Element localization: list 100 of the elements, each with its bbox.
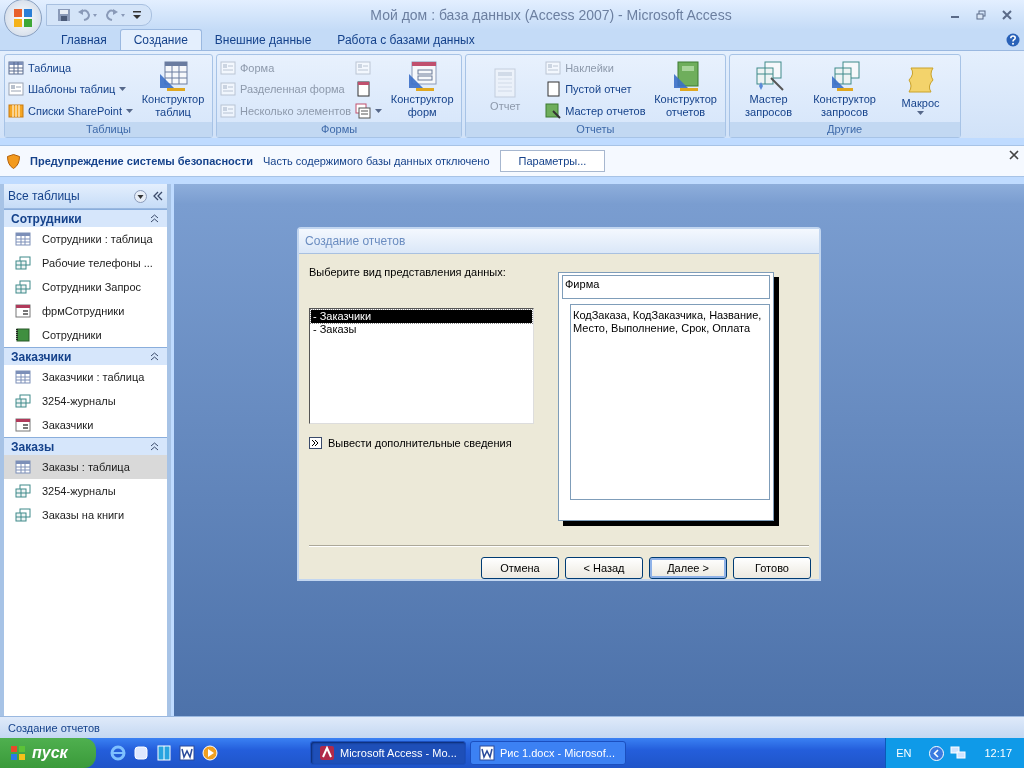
query-icon (15, 256, 31, 270)
navigation-item[interactable]: 3254-журналы (4, 479, 167, 503)
ribbon-button[interactable]: Конструктор форм (386, 60, 459, 119)
query-icon (15, 484, 31, 498)
ribbon-icon-button[interactable] (355, 101, 383, 122)
close-icon[interactable] (1009, 150, 1019, 160)
table-icon (15, 370, 31, 384)
dialog-button[interactable]: Далее > (649, 557, 727, 579)
office-button[interactable] (4, 0, 42, 37)
collapse-up-icon (150, 442, 159, 451)
navigation-item[interactable]: Заказы : таблица (4, 455, 167, 479)
navigation-group-header[interactable]: Сотрудники (4, 209, 167, 227)
query-icon (15, 508, 31, 522)
collapse-up-icon (150, 214, 159, 223)
network-icon[interactable] (950, 745, 967, 761)
ribbon-tab[interactable]: Работа с базами данных (324, 30, 488, 50)
ribbon-button[interactable]: Конструктор отчетов (649, 60, 722, 119)
report-icon (15, 328, 31, 342)
navigation-item[interactable]: Заказчики : таблица (4, 365, 167, 389)
navigation-group-header[interactable]: Заказы (4, 437, 167, 455)
table-icon (15, 460, 31, 474)
dialog-button[interactable]: < Назад (565, 557, 643, 579)
taskbar-button[interactable]: Microsoft Access - Mo... (310, 741, 466, 765)
collapse-icon[interactable] (153, 191, 163, 201)
word-document-icon (479, 745, 495, 761)
ribbon-button[interactable]: Конструктор запросов (808, 60, 881, 119)
options-button[interactable]: Параметры... (499, 150, 606, 172)
dropdown-arrow-icon (917, 111, 925, 115)
navigation-item[interactable]: Заказы на книги (4, 503, 167, 527)
ribbon-button[interactable]: Шаблоны таблиц (8, 79, 133, 100)
navigation-item[interactable]: Рабочие телефоны ... (4, 251, 167, 275)
expand-more-icon[interactable] (309, 437, 322, 449)
navigation-item[interactable]: 3254-журналы (4, 389, 167, 413)
blank-report-icon (545, 81, 562, 98)
access-app-icon (319, 745, 335, 761)
group-label: Отчеты (466, 122, 725, 137)
dropdown-circle-icon[interactable] (134, 189, 147, 203)
ribbon-button[interactable]: Мастер отчетов (545, 101, 646, 122)
help-icon[interactable] (1006, 33, 1020, 47)
navigation-item[interactable]: фрмСотрудники (4, 299, 167, 323)
pivot-icon (355, 59, 372, 76)
prompt-label: Выберите вид представления данных: (309, 266, 507, 280)
customize-icon[interactable] (133, 10, 141, 20)
forms-stack-icon (355, 103, 372, 120)
view-list-item[interactable]: - Заказчики (311, 310, 532, 323)
dialog-button[interactable]: Отмена (481, 557, 559, 579)
restore-icon[interactable] (976, 10, 986, 20)
dialog-title: Создание отчетов (299, 229, 819, 254)
table-icon (8, 59, 24, 76)
navigation-group-header[interactable]: Заказчики (4, 347, 167, 365)
dropdown-arrow-icon (126, 109, 133, 114)
group-label: Другие (729, 122, 960, 137)
ribbon-button[interactable]: Конструктор таблиц (137, 60, 209, 119)
query-icon (15, 280, 31, 294)
ribbon-button[interactable]: Списки SharePoint (8, 101, 133, 122)
form-icon (15, 304, 31, 318)
table-icon (15, 232, 31, 246)
office-logo (12, 7, 34, 29)
multiple-items-icon (220, 103, 236, 120)
browser-icon[interactable] (110, 745, 126, 761)
dropdown-arrow-icon (375, 109, 383, 114)
ribbon-button[interactable]: Мастер запросов (732, 60, 805, 119)
list-icon (8, 103, 24, 120)
ribbon-tab[interactable]: Создание (119, 29, 202, 50)
labels-icon (545, 59, 562, 76)
view-list-item[interactable]: - Заказы (311, 323, 532, 336)
form-icon (220, 59, 236, 76)
view-list[interactable]: - Заказчики - Заказы (309, 308, 534, 424)
ribbon-button[interactable]: Пустой отчет (545, 79, 646, 100)
navigation-item[interactable]: Сотрудники : таблица (4, 227, 167, 251)
navigation-item[interactable]: Сотрудники (4, 323, 167, 347)
table-design-icon (157, 60, 189, 92)
preview-group-header: Фирма (562, 275, 770, 299)
window-title: Мой дом : база данных (Access 2007) - Microsoft Access (369, 7, 733, 23)
dropdown-arrow-icon (119, 87, 127, 92)
ribbon-button[interactable]: Таблица (8, 57, 133, 78)
shield-icon (7, 153, 20, 169)
ribbon-button[interactable]: Макрос (884, 64, 957, 115)
media-player-icon[interactable] (202, 745, 218, 761)
windows-logo (10, 745, 26, 761)
close-icon[interactable] (1002, 10, 1012, 20)
ribbon-tab[interactable]: Внешние данные (201, 30, 325, 50)
dialog-button[interactable]: Готово (733, 557, 811, 579)
book-icon[interactable] (156, 745, 172, 761)
navigation-item[interactable]: Заказчики (4, 413, 167, 437)
status-text: Создание отчетов (8, 721, 100, 734)
form-design-icon (406, 60, 439, 92)
more-info-label[interactable]: Вывести дополнительные сведения (328, 437, 512, 449)
chevron-left-icon[interactable] (929, 745, 945, 761)
collapse-up-icon (150, 352, 159, 361)
taskbar-button[interactable]: Рис 1.docx - Microsof... (470, 741, 626, 765)
report-wizard-icon (545, 103, 562, 120)
security-warning-message: Часть содержимого базы данных отключено (262, 155, 490, 167)
ribbon-tab[interactable]: Главная (48, 30, 120, 50)
group-label: Формы (217, 122, 462, 137)
document-icon[interactable] (179, 745, 195, 761)
group-label: Таблицы (5, 122, 212, 137)
save-icon[interactable] (57, 8, 71, 22)
navigation-item[interactable]: Сотрудники Запрос (4, 275, 167, 299)
split-form-icon (220, 81, 236, 98)
